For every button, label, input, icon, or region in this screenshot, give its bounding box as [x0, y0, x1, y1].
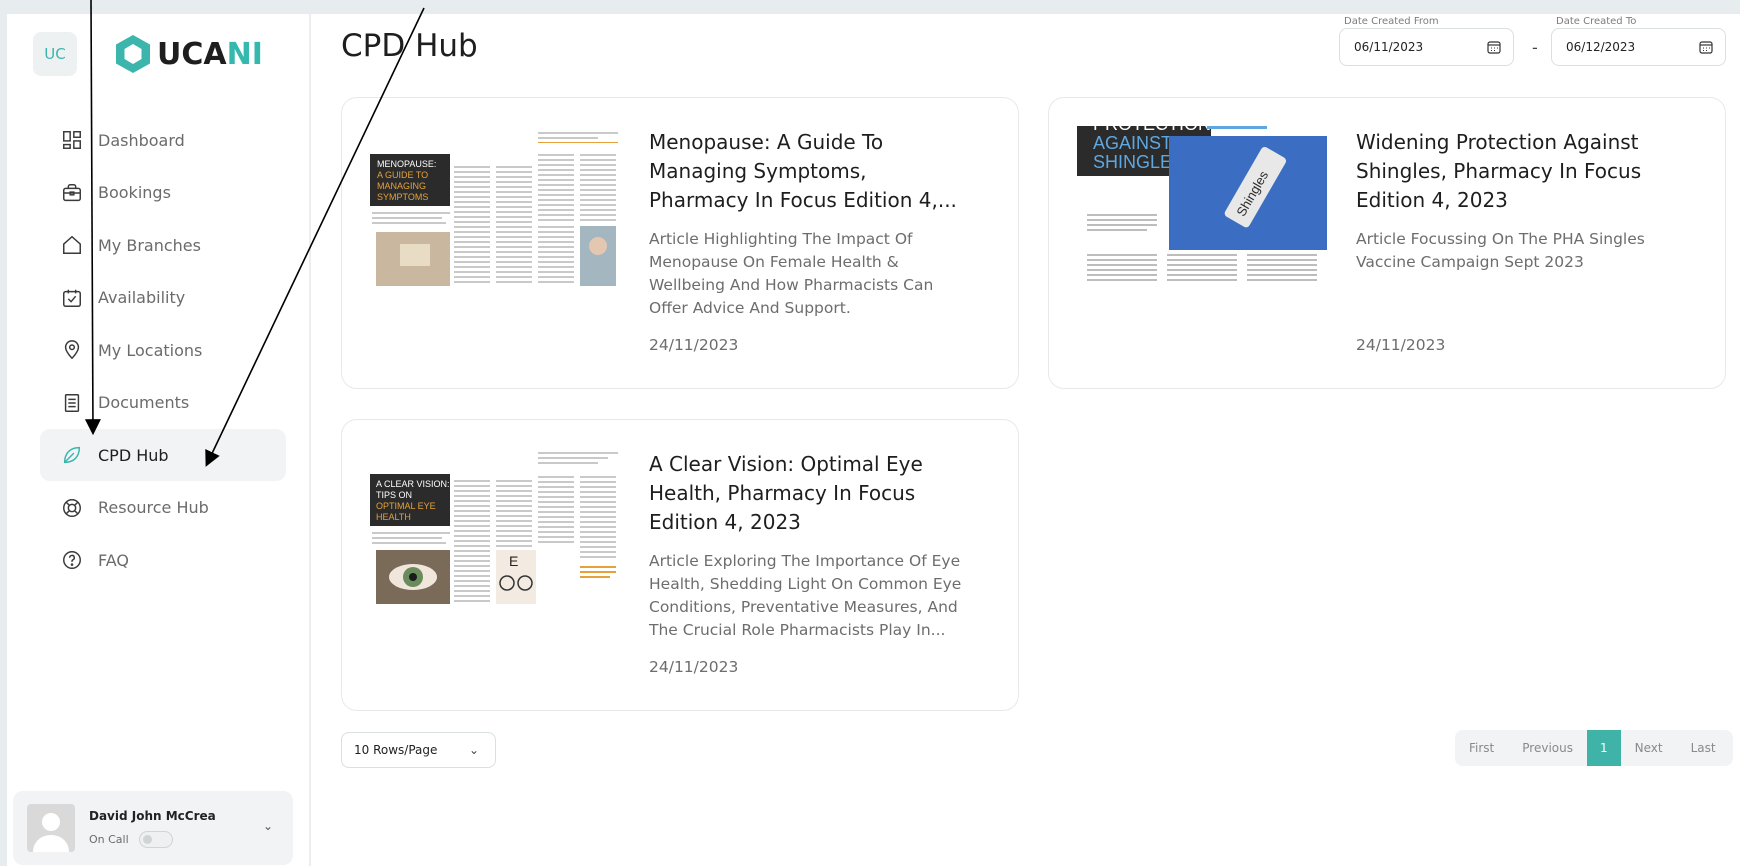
user-status: On Call	[89, 830, 216, 848]
page-title: CPD Hub	[341, 28, 478, 64]
chevron-down-icon[interactable]: ⌄	[263, 819, 273, 833]
sidebar-item-label: Dashboard	[98, 130, 185, 150]
user-name: David John McCrea	[89, 808, 216, 823]
date-from-label: Date Created From	[1344, 16, 1439, 27]
first-page-button[interactable]: First	[1455, 730, 1508, 766]
svg-text:E: E	[509, 553, 518, 569]
date-from-value: 06/11/2023	[1354, 40, 1424, 54]
sidebar-item-my-locations[interactable]: My Locations	[40, 324, 286, 376]
user-card[interactable]: David John McCrea On Call ⌄	[13, 791, 293, 865]
date-to-field[interactable]: Date Created To 06/12/2023	[1551, 16, 1726, 66]
svg-text:SYMPTOMS: SYMPTOMS	[377, 192, 428, 202]
user-info: David John McCrea On Call	[89, 809, 216, 848]
last-page-button[interactable]: Last	[1677, 730, 1730, 766]
calendar-icon[interactable]	[1699, 40, 1713, 54]
sidebar-item-label: My Branches	[98, 235, 201, 255]
sidebar: UC UCANI Dashboard Bookings My Branches …	[7, 14, 311, 866]
article-date: 24/11/2023	[1356, 336, 1446, 354]
ucani-logo[interactable]: UCANI	[111, 32, 263, 76]
avatar	[27, 804, 75, 852]
shingles-article-image: PROTECTION AGAINST SHINGLES Shingles	[1077, 114, 1327, 306]
sidebar-item-label: FAQ	[98, 550, 129, 570]
svg-text:MANAGING: MANAGING	[377, 181, 426, 191]
calendar-check-icon	[60, 286, 84, 310]
logo-text-suffix: NI	[226, 36, 263, 72]
sidebar-item-label: Resource Hub	[98, 498, 209, 517]
document-icon	[60, 391, 84, 415]
hexagon-logo-icon	[116, 35, 150, 73]
svg-text:A GUIDE TO: A GUIDE TO	[377, 170, 428, 180]
sidebar-item-cpd-hub[interactable]: CPD Hub	[40, 429, 286, 481]
svg-text:HEALTH: HEALTH	[376, 512, 411, 522]
date-range-separator: -	[1532, 38, 1538, 57]
sidebar-item-availability[interactable]: Availability	[40, 272, 286, 324]
article-thumbnail: MENOPAUSE: A GUIDE TO MANAGING SYMPTOMS	[370, 126, 620, 306]
date-to-value: 06/12/2023	[1566, 40, 1636, 54]
leaf-icon	[60, 443, 84, 467]
page-1-button[interactable]: 1	[1586, 730, 1621, 766]
home-icon	[60, 233, 84, 257]
sidebar-item-label: Bookings	[98, 183, 171, 202]
svg-text:A CLEAR VISION:: A CLEAR VISION:	[376, 479, 450, 489]
article-description: Article Focussing On The PHA Singles Vac…	[1356, 230, 1645, 271]
logo-text-prefix: UCA	[157, 36, 227, 72]
svg-text:TIPS ON: TIPS ON	[376, 490, 412, 500]
article-date: 24/11/2023	[649, 658, 739, 676]
article-description: Article Exploring The Importance Of Eye …	[649, 552, 962, 639]
article-card[interactable]: A CLEAR VISION: TIPS ON OPTIMAL EYE HEAL…	[341, 419, 1019, 711]
date-from-field[interactable]: Date Created From 06/11/2023	[1339, 16, 1514, 66]
dashboard-icon	[60, 128, 84, 152]
logo-text: UCANI	[157, 37, 263, 72]
on-call-label: On Call	[89, 832, 129, 846]
date-to-label: Date Created To	[1556, 16, 1637, 27]
article-card[interactable]: PROTECTION AGAINST SHINGLES Shingles Wid…	[1048, 97, 1726, 389]
svg-text:MENOPAUSE:: MENOPAUSE:	[377, 159, 436, 169]
on-call-toggle[interactable]	[138, 830, 173, 848]
pagination: First Previous 1 Next Last	[1455, 730, 1733, 766]
article-description: Article Highlighting The Impact Of Menop…	[649, 230, 934, 317]
sidebar-item-resource-hub[interactable]: Resource Hub	[40, 482, 286, 534]
sidebar-nav: Dashboard Bookings My Branches Availabil…	[40, 114, 286, 587]
chevron-down-icon: ⌄	[468, 743, 479, 757]
svg-text:AGAINST: AGAINST	[1093, 133, 1172, 153]
sidebar-item-label: CPD Hub	[98, 445, 169, 465]
sidebar-item-faq[interactable]: FAQ	[40, 534, 286, 586]
sidebar-item-label: Documents	[98, 393, 190, 412]
article-thumbnail: A CLEAR VISION: TIPS ON OPTIMAL EYE HEAL…	[370, 448, 620, 628]
briefcase-icon	[60, 181, 84, 205]
rows-per-page-value: 10 Rows/Page	[354, 743, 438, 757]
article-date: 24/11/2023	[649, 336, 739, 354]
next-page-button[interactable]: Next	[1621, 730, 1677, 766]
sidebar-item-documents[interactable]: Documents	[40, 377, 286, 429]
article-card[interactable]: MENOPAUSE: A GUIDE TO MANAGING SYMPTOMS	[341, 97, 1019, 389]
sidebar-item-label: My Locations	[98, 340, 203, 360]
lifebuoy-icon	[60, 496, 84, 520]
sidebar-item-dashboard[interactable]: Dashboard	[40, 114, 286, 166]
previous-page-button[interactable]: Previous	[1508, 730, 1587, 766]
rows-per-page-select[interactable]: 10 Rows/Page ⌄	[341, 732, 496, 768]
app-window: UC UCANI Dashboard Bookings My Branches …	[7, 14, 1740, 866]
menopause-article-image: MENOPAUSE: A GUIDE TO MANAGING SYMPTOMS	[370, 126, 620, 306]
article-title[interactable]: Menopause: A Guide To Managing Symptoms,…	[649, 128, 969, 215]
eye-health-article-image: A CLEAR VISION: TIPS ON OPTIMAL EYE HEAL…	[370, 448, 620, 628]
sidebar-item-label: Availability	[98, 288, 186, 307]
question-icon	[60, 548, 84, 572]
location-pin-icon	[60, 338, 84, 362]
article-title[interactable]: A Clear Vision: Optimal Eye Health, Phar…	[649, 450, 969, 537]
user-silhouette-icon	[33, 813, 69, 852]
svg-text:OPTIMAL EYE: OPTIMAL EYE	[376, 501, 436, 511]
calendar-icon[interactable]	[1487, 40, 1501, 54]
sidebar-item-my-branches[interactable]: My Branches	[40, 219, 286, 271]
sidebar-item-bookings[interactable]: Bookings	[40, 167, 286, 219]
collapse-badge[interactable]: UC	[33, 32, 77, 76]
article-title[interactable]: Widening Protection Against Shingles, Ph…	[1356, 128, 1676, 215]
article-thumbnail: PROTECTION AGAINST SHINGLES Shingles	[1077, 114, 1327, 306]
